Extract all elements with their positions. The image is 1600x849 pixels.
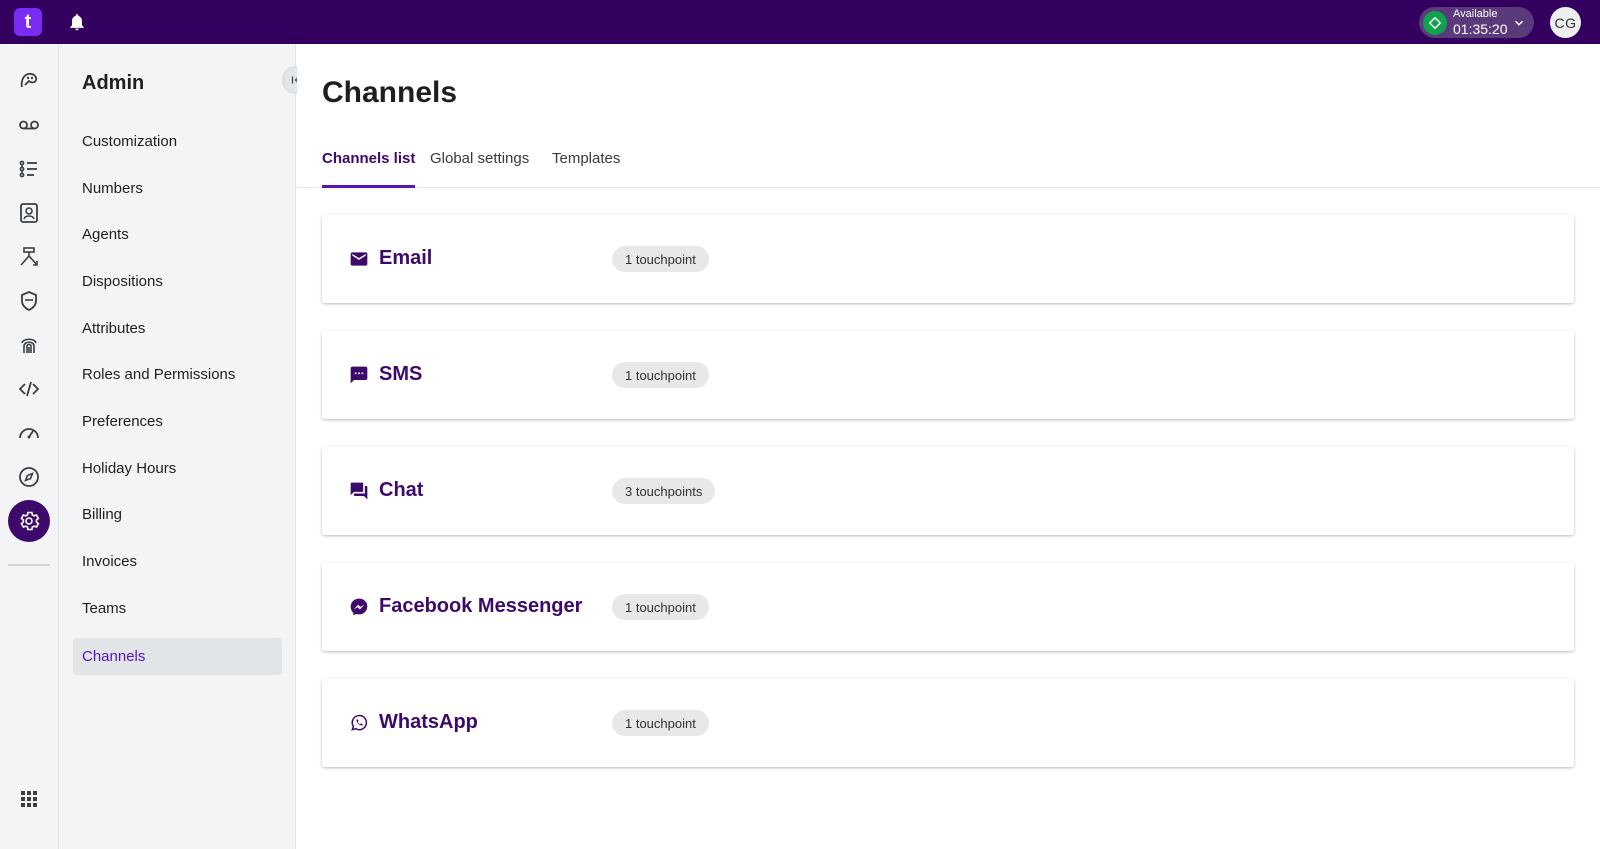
sidebar-item-agents[interactable]: Agents xyxy=(73,216,282,253)
apps-grid-icon[interactable] xyxy=(8,778,50,820)
messenger-icon xyxy=(350,598,368,616)
sidebar-item-label: Customization xyxy=(82,133,178,150)
tab-label: Channels list xyxy=(322,150,416,167)
list-icon[interactable] xyxy=(8,148,50,190)
sidebar-item-dispositions[interactable]: Dispositions xyxy=(73,263,282,300)
status-timer: 01:35:20 xyxy=(1453,21,1508,37)
sidebar-item-teams[interactable]: Teams xyxy=(73,590,282,627)
main-content: Channels Channels list Global settings T… xyxy=(297,44,1600,849)
email-icon xyxy=(350,252,368,266)
contacts-icon[interactable] xyxy=(8,192,50,234)
channel-card-chat[interactable]: Chat 3 touchpoints xyxy=(322,447,1574,535)
sidebar-item-label: Holiday Hours xyxy=(82,460,177,477)
tab-templates[interactable]: Templates xyxy=(552,150,620,188)
channel-name: Email xyxy=(379,247,433,269)
sidebar-item-preferences[interactable]: Preferences xyxy=(73,403,282,440)
app-logo[interactable]: t xyxy=(14,8,42,36)
sidebar-item-holiday-hours[interactable]: Holiday Hours xyxy=(73,450,282,487)
tab-channels-list[interactable]: Channels list xyxy=(322,150,416,188)
sidebar-item-invoices[interactable]: Invoices xyxy=(73,543,282,580)
logo-letter: t xyxy=(24,10,32,33)
sms-icon xyxy=(350,366,368,384)
tab-label: Templates xyxy=(552,150,621,167)
channel-name: Chat xyxy=(379,479,424,501)
sidebar-item-label: Roles and Permissions xyxy=(82,366,236,383)
channel-name: Facebook Messenger xyxy=(379,595,583,617)
sidebar-item-customization[interactable]: Customization xyxy=(73,123,282,160)
sidebar-item-channels[interactable]: Channels xyxy=(73,638,282,675)
channel-name: WhatsApp xyxy=(379,711,478,733)
page-title: Channels xyxy=(322,76,458,109)
sidebar-item-label: Attributes xyxy=(82,320,146,337)
fingerprint-icon[interactable] xyxy=(8,324,50,366)
whatsapp-icon xyxy=(351,714,368,731)
channel-card-sms[interactable]: SMS 1 touchpoint xyxy=(322,331,1574,419)
agent-status-selector[interactable]: Available 01:35:20 xyxy=(1419,7,1534,38)
shield-icon[interactable] xyxy=(8,280,50,322)
sidebar-item-label: Dispositions xyxy=(82,273,163,290)
speedometer-icon[interactable] xyxy=(8,412,50,454)
touchpoint-badge: 1 touchpoint xyxy=(612,362,709,388)
channel-card-whatsapp[interactable]: WhatsApp 1 touchpoint xyxy=(322,679,1574,767)
touchpoint-badge: 1 touchpoint xyxy=(612,710,709,736)
rail-divider xyxy=(8,564,50,566)
sidebar-item-label: Channels xyxy=(82,648,146,665)
icon-rail xyxy=(0,44,59,849)
routing-icon[interactable] xyxy=(8,236,50,278)
sidebar-item-label: Numbers xyxy=(82,180,143,197)
sidebar-item-label: Preferences xyxy=(82,413,163,430)
tab-bar: Channels list Global settings Templates xyxy=(297,144,1600,188)
sidebar-item-attributes[interactable]: Attributes xyxy=(73,310,282,347)
touchpoint-badge: 3 touchpoints xyxy=(612,478,716,504)
sidebar-item-numbers[interactable]: Numbers xyxy=(73,170,282,207)
user-avatar[interactable]: CG xyxy=(1550,7,1581,38)
touchpoint-badge: 1 touchpoint xyxy=(612,246,709,272)
sidebar-item-label: Invoices xyxy=(82,553,138,570)
sidebar-item-label: Billing xyxy=(82,506,123,523)
sidebar-item-label: Agents xyxy=(82,226,129,243)
settings-icon[interactable] xyxy=(8,500,50,542)
sidebar-title: Admin xyxy=(82,72,145,94)
channel-name: SMS xyxy=(379,363,423,385)
conversations-icon[interactable] xyxy=(8,60,50,102)
sidebar-item-label: Teams xyxy=(82,600,127,617)
code-icon[interactable] xyxy=(8,368,50,410)
avatar-initials: CG xyxy=(1554,14,1577,31)
tab-global-settings[interactable]: Global settings xyxy=(430,150,529,188)
sidebar-item-roles-and-permissions[interactable]: Roles and Permissions xyxy=(73,356,282,393)
channel-card-email[interactable]: Email 1 touchpoint xyxy=(322,215,1574,303)
sidebar-item-billing[interactable]: Billing xyxy=(73,496,282,533)
chevron-down-icon xyxy=(1514,20,1524,26)
touchpoint-badge: 1 touchpoint xyxy=(612,594,709,620)
top-bar: t Available 01:35:20 CG xyxy=(0,0,1600,44)
voicemail-icon[interactable] xyxy=(8,104,50,146)
available-status-icon xyxy=(1423,10,1447,35)
tab-label: Global settings xyxy=(430,150,530,167)
status-label: Available xyxy=(1453,8,1498,20)
chat-icon xyxy=(350,482,368,500)
channel-card-facebook-messenger[interactable]: Facebook Messenger 1 touchpoint xyxy=(322,563,1574,651)
admin-sidebar: Admin Customization Numbers Agents Dispo… xyxy=(59,44,310,849)
notifications-bell-icon[interactable] xyxy=(67,12,87,32)
compass-icon[interactable] xyxy=(8,456,50,498)
